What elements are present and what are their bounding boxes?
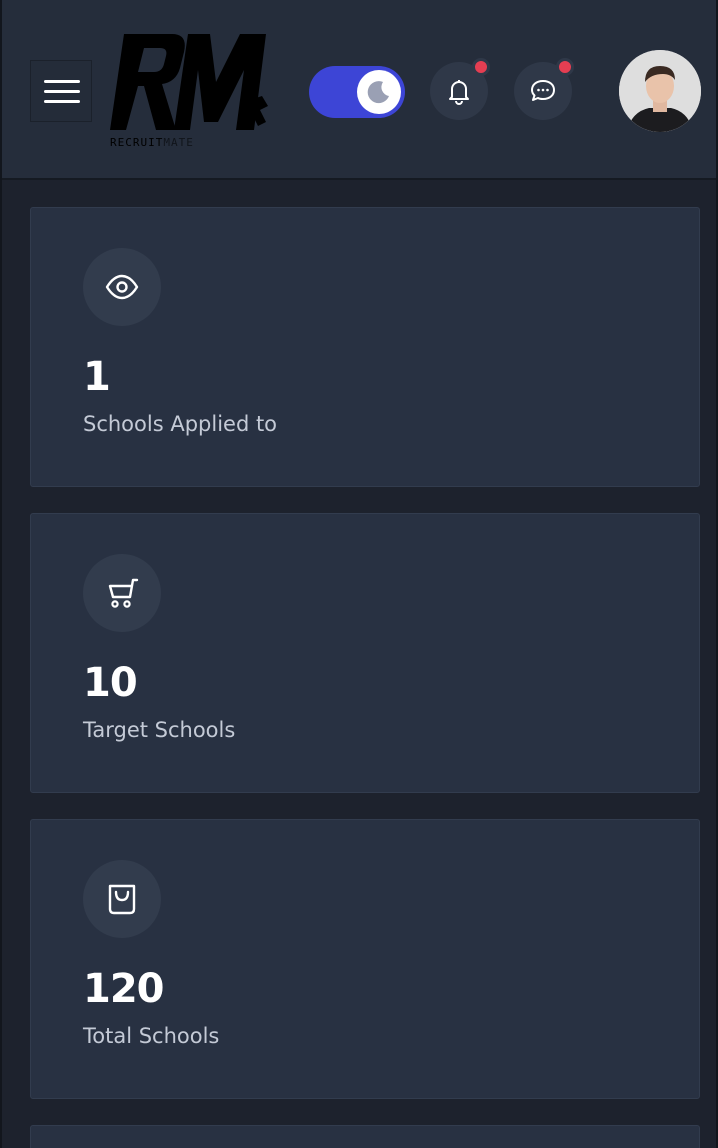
user-photo (619, 50, 701, 132)
hamburger-line (44, 80, 80, 83)
shopping-bag-icon (108, 884, 136, 915)
top-header: RECRUITMATE (2, 0, 716, 180)
notification-badge (472, 58, 490, 76)
hamburger-line (44, 100, 80, 103)
logo-caption-mate: MATE (163, 136, 194, 149)
stat-label: Target Schools (83, 718, 236, 742)
bell-icon (449, 80, 469, 105)
app: RECRUITMATE 1 Schools Applied to 10 Targ… (0, 0, 718, 1148)
messages-button[interactable] (514, 58, 574, 120)
cart-icon (108, 578, 139, 608)
stat-card-schools-applied[interactable]: 1 Schools Applied to (30, 207, 700, 487)
icon-circle (83, 860, 161, 938)
hamburger-line (44, 90, 80, 93)
dark-mode-toggle[interactable] (309, 66, 405, 118)
stat-value: 1 (83, 354, 111, 400)
logo-mark (110, 34, 268, 130)
notifications-button[interactable] (430, 58, 490, 120)
recruitmate-logo[interactable]: RECRUITMATE (110, 30, 270, 152)
user-avatar[interactable] (619, 50, 701, 132)
eye-icon (105, 274, 139, 300)
stat-label: Total Schools (83, 1024, 220, 1048)
stat-card-next[interactable] (30, 1125, 700, 1148)
menu-button[interactable] (30, 60, 92, 122)
icon-circle (83, 554, 161, 632)
chat-icon (531, 80, 555, 101)
stat-label: Schools Applied to (83, 412, 278, 436)
toggle-knob (357, 70, 401, 114)
message-badge (556, 58, 574, 76)
logo-caption-recruit: RECRUIT (110, 136, 164, 149)
stat-card-total-schools[interactable]: 120 Total Schools (30, 819, 700, 1099)
moon-icon (367, 81, 389, 104)
stat-value: 120 (83, 966, 164, 1012)
icon-circle (83, 248, 161, 326)
logo-caption: RECRUITMATE (110, 136, 270, 149)
stat-value: 10 (83, 660, 138, 706)
stat-card-target-schools[interactable]: 10 Target Schools (30, 513, 700, 793)
